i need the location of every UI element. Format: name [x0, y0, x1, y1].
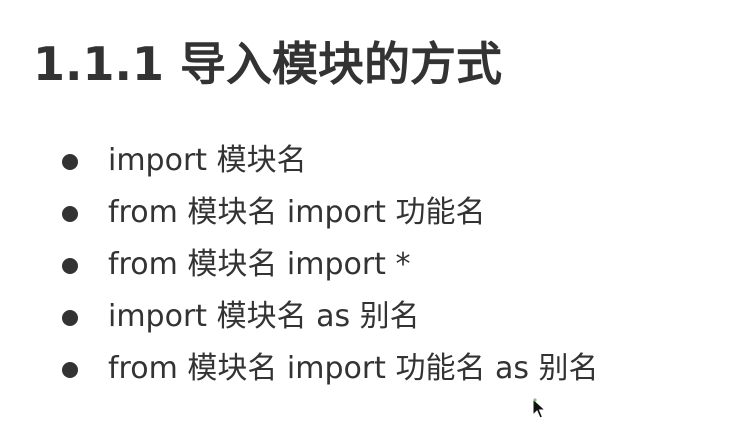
- mouse-pointer-icon: [532, 398, 546, 419]
- list-item-text: import 模块名: [108, 143, 307, 178]
- bullet-dot-icon: [62, 206, 78, 222]
- bullet-dot-icon: [62, 154, 78, 170]
- bullet-dot-icon: [62, 362, 78, 378]
- section-heading: 1.1.1 导入模块的方式: [33, 37, 502, 91]
- list-item-text: from 模块名 import *: [108, 247, 411, 282]
- list-item-text: from 模块名 import 功能名 as 别名: [108, 351, 599, 386]
- bullet-dot-icon: [62, 258, 78, 274]
- list-item-text: from 模块名 import 功能名: [108, 195, 486, 230]
- list-item-text: import 模块名 as 别名: [108, 299, 420, 334]
- document-page: 1.1.1 导入模块的方式 import 模块名 from 模块名 import…: [0, 0, 748, 426]
- bullet-dot-icon: [62, 310, 78, 326]
